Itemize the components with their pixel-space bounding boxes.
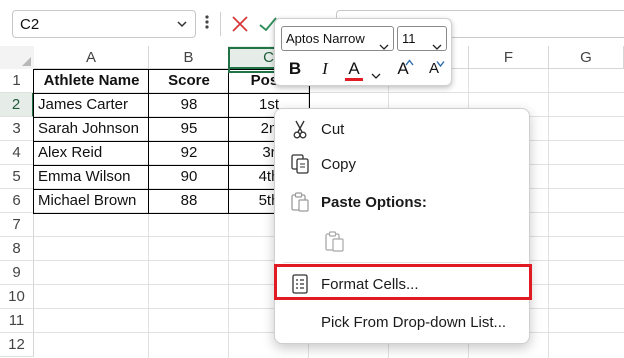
- column-header-f[interactable]: F: [469, 46, 549, 69]
- row-header-4[interactable]: 4: [0, 141, 34, 165]
- column-header-b[interactable]: B: [149, 46, 229, 69]
- cell-score[interactable]: 88: [149, 189, 229, 213]
- cell-score[interactable]: 90: [149, 165, 229, 189]
- cell-name[interactable]: Sarah Johnson: [34, 117, 149, 141]
- cell-score[interactable]: 92: [149, 141, 229, 165]
- row-header-12[interactable]: 12: [0, 333, 34, 357]
- increase-font-size-button[interactable]: A: [391, 57, 415, 81]
- chevron-down-icon[interactable]: [371, 67, 381, 83]
- chevron-down-icon[interactable]: [379, 35, 389, 58]
- select-all-button[interactable]: [0, 46, 35, 70]
- header-athlete-name[interactable]: Athlete Name: [34, 69, 149, 93]
- scissors-icon: [289, 118, 311, 140]
- font-name-select[interactable]: Aptos Narrow: [281, 26, 394, 51]
- copy-menu-item[interactable]: Copy: [275, 147, 529, 181]
- pick-list-label: Pick From Drop-down List...: [321, 314, 507, 331]
- column-header-a[interactable]: A: [34, 46, 149, 69]
- format-cells-label: Format Cells...: [321, 276, 419, 293]
- mini-toolbar: Aptos Narrow 11 B I A A A: [274, 18, 452, 86]
- cell-name[interactable]: James Carter: [34, 93, 149, 117]
- name-box[interactable]: C2: [12, 10, 196, 38]
- font-name-value: Aptos Narrow: [286, 31, 365, 46]
- header-score[interactable]: Score: [149, 69, 229, 93]
- cell-score[interactable]: 95: [149, 117, 229, 141]
- row-header-7[interactable]: 7: [0, 213, 34, 237]
- italic-button[interactable]: I: [315, 57, 335, 81]
- row-header-9[interactable]: 9: [0, 261, 34, 285]
- font-size-select[interactable]: 11: [397, 26, 447, 51]
- down-arrow-icon: [436, 61, 445, 67]
- cut-menu-item[interactable]: Cut: [275, 112, 529, 146]
- format-cells-menu-item[interactable]: Format Cells...: [275, 267, 529, 301]
- paste-option-row: [275, 223, 529, 257]
- decrease-font-size-button[interactable]: A: [423, 57, 445, 81]
- clipboard-icon: [289, 191, 311, 213]
- row-header-1[interactable]: 1: [0, 69, 34, 93]
- copy-label: Copy: [321, 156, 357, 173]
- font-size-value: 11: [402, 31, 416, 46]
- paste-options-label: Paste Options:: [321, 194, 427, 211]
- row-header-3[interactable]: 3: [0, 117, 34, 141]
- cell-score[interactable]: 98: [149, 93, 229, 117]
- name-box-value: C2: [20, 16, 40, 33]
- more-options-icon[interactable]: [205, 14, 209, 33]
- chevron-down-icon[interactable]: [432, 35, 442, 58]
- row-header-11[interactable]: 11: [0, 309, 34, 333]
- paste-options-header: Paste Options:: [275, 185, 529, 219]
- formula-bar-divider: [220, 12, 221, 36]
- row-header-8[interactable]: 8: [0, 237, 34, 261]
- column-header-g[interactable]: G: [549, 46, 624, 69]
- row-header-10[interactable]: 10: [0, 285, 34, 309]
- font-color-button[interactable]: A: [343, 57, 365, 81]
- menu-divider: [283, 262, 521, 263]
- cut-label: Cut: [321, 121, 345, 138]
- row-header-2[interactable]: 2: [0, 93, 34, 117]
- cell-name[interactable]: Alex Reid: [34, 141, 149, 165]
- cell-name[interactable]: Emma Wilson: [34, 165, 149, 189]
- paste-icon[interactable]: [323, 229, 347, 253]
- row-header-5[interactable]: 5: [0, 165, 34, 189]
- chevron-down-icon[interactable]: [175, 17, 189, 34]
- font-color-letter: A: [348, 59, 360, 78]
- copy-icon: [289, 153, 311, 175]
- select-all-triangle-icon: [22, 57, 31, 66]
- pick-list-menu-item[interactable]: Pick From Drop-down List...: [275, 305, 529, 339]
- row-header-6[interactable]: 6: [0, 189, 34, 213]
- cancel-icon[interactable]: [228, 12, 252, 36]
- context-menu: Cut Copy Paste Options: Format Cells... …: [274, 108, 530, 344]
- up-arrow-icon: [405, 59, 414, 66]
- format-cells-icon: [289, 273, 311, 295]
- bold-button[interactable]: B: [285, 57, 305, 81]
- cell-name[interactable]: Michael Brown: [34, 189, 149, 213]
- font-color-bar: [345, 78, 363, 81]
